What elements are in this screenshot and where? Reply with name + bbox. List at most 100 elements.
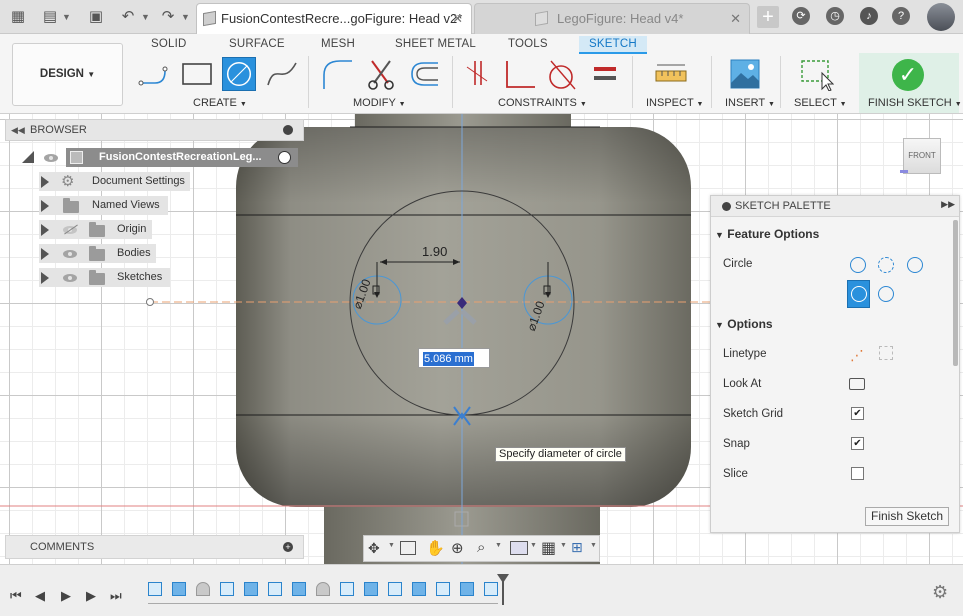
insert-menu[interactable]: INSERT ▼ bbox=[725, 97, 775, 109]
look-at-icon[interactable] bbox=[400, 541, 416, 555]
measure-icon[interactable] bbox=[654, 57, 688, 91]
browser-item-bodies[interactable]: Bodies bbox=[39, 244, 156, 263]
look-at-icon[interactable] bbox=[849, 378, 865, 390]
timeline-sketch-feature[interactable] bbox=[340, 582, 354, 596]
notifications-icon[interactable]: ♪ bbox=[860, 7, 878, 25]
timeline-fillet-feature[interactable] bbox=[316, 582, 330, 596]
spline-tool-icon[interactable] bbox=[265, 57, 299, 91]
timeline-sketch-feature[interactable] bbox=[220, 582, 234, 596]
minimize-icon[interactable] bbox=[283, 125, 293, 135]
new-tab-button[interactable]: + bbox=[757, 6, 779, 28]
timeline-sketch-feature[interactable] bbox=[148, 582, 162, 596]
timeline-extrude-feature[interactable] bbox=[172, 582, 186, 596]
expand-panel-icon[interactable]: ▶▶ bbox=[941, 199, 955, 210]
finish-sketch-check-icon[interactable]: ✓ bbox=[892, 59, 924, 91]
close-icon[interactable]: ✕ bbox=[452, 4, 463, 34]
viewcube[interactable]: FRONT bbox=[903, 138, 941, 174]
tangent-constraint-icon[interactable] bbox=[545, 57, 579, 91]
equal-constraint-icon[interactable] bbox=[588, 57, 622, 91]
circle-tool-icon[interactable] bbox=[222, 57, 256, 91]
slice-checkbox[interactable] bbox=[851, 467, 864, 480]
expand-triangle-icon[interactable] bbox=[41, 200, 49, 212]
file-icon[interactable]: ▤ bbox=[40, 7, 60, 27]
zoom-icon[interactable]: ⊕ bbox=[451, 539, 464, 557]
tab-mesh[interactable]: MESH bbox=[321, 36, 355, 54]
browser-item-named-views[interactable]: Named Views bbox=[39, 196, 168, 215]
expand-triangle-icon[interactable] bbox=[41, 248, 49, 260]
expanded-triangle-icon[interactable] bbox=[22, 151, 34, 163]
chevron-down-icon[interactable]: ▼ bbox=[141, 8, 150, 26]
add-comment-icon[interactable]: + bbox=[283, 542, 293, 552]
center-diameter-mode-button[interactable] bbox=[847, 280, 870, 308]
center-diameter-circle-icon[interactable] bbox=[850, 257, 866, 273]
trim-tool-icon[interactable] bbox=[364, 57, 398, 91]
timeline-marker-head[interactable] bbox=[497, 574, 509, 583]
tab-surface[interactable]: SURFACE bbox=[229, 36, 285, 54]
perpendicular-constraint-icon[interactable] bbox=[503, 57, 537, 91]
visibility-eye-icon[interactable] bbox=[63, 274, 77, 282]
tab-solid[interactable]: SOLID bbox=[151, 36, 187, 54]
grid-icon[interactable]: ▦ bbox=[541, 538, 556, 558]
activate-radio-icon[interactable] bbox=[278, 151, 291, 164]
viewports-icon[interactable]: ⊞ bbox=[571, 539, 583, 556]
workspace-switcher[interactable]: DESIGN ▼ bbox=[12, 43, 123, 106]
section-feature-options[interactable]: ▼ Feature Options bbox=[715, 227, 819, 241]
tab-sheet-metal[interactable]: SHEET METAL bbox=[395, 36, 476, 54]
app-grid-icon[interactable]: ▦ bbox=[8, 7, 28, 27]
display-settings-icon[interactable] bbox=[510, 541, 528, 555]
palette-scrollbar[interactable] bbox=[953, 220, 958, 366]
fillet-tool-icon[interactable] bbox=[320, 57, 354, 91]
help-icon[interactable]: ? bbox=[892, 7, 910, 25]
orbit-icon[interactable]: ✥ bbox=[368, 540, 380, 557]
tab-document-active[interactable]: FusionContestRecre...goFigure: Head v2* … bbox=[196, 3, 472, 34]
browser-item-sketches[interactable]: Sketches bbox=[39, 268, 170, 287]
finish-sketch-button[interactable]: Finish Sketch bbox=[865, 507, 949, 526]
diameter-input[interactable]: 5.086 mm bbox=[418, 348, 490, 368]
chevron-down-icon[interactable]: ▼ bbox=[495, 542, 502, 549]
browser-header[interactable]: ◀◀ BROWSER bbox=[5, 119, 304, 141]
create-menu[interactable]: CREATE ▼ bbox=[193, 97, 247, 109]
tab-sketch[interactable]: SKETCH bbox=[579, 36, 647, 54]
comments-panel[interactable]: COMMENTS + bbox=[5, 535, 304, 559]
timeline-extrude-feature[interactable] bbox=[244, 582, 258, 596]
coincident-constraint-icon[interactable] bbox=[461, 57, 495, 91]
go-to-end-icon[interactable]: ⏭ bbox=[110, 588, 122, 604]
timeline-extrude-feature[interactable] bbox=[364, 582, 378, 596]
collapse-panel-icon[interactable]: ◀◀ bbox=[11, 120, 25, 140]
timeline-sketch-feature[interactable] bbox=[268, 582, 282, 596]
constraints-menu[interactable]: CONSTRAINTS ▼ bbox=[498, 97, 587, 109]
chevron-down-icon[interactable]: ▼ bbox=[181, 8, 190, 26]
browser-item-origin[interactable]: Origin bbox=[39, 220, 152, 239]
chevron-down-icon[interactable]: ▼ bbox=[590, 542, 597, 549]
go-to-start-icon[interactable]: ⏮ bbox=[10, 588, 22, 604]
browser-item-document-settings[interactable]: ⚙ Document Settings bbox=[39, 172, 190, 191]
offset-tool-icon[interactable] bbox=[406, 57, 440, 91]
tab-tools[interactable]: TOOLS bbox=[508, 36, 548, 54]
timeline-extrude-feature[interactable] bbox=[292, 582, 306, 596]
chevron-down-icon[interactable]: ▼ bbox=[388, 542, 395, 549]
palette-header[interactable]: SKETCH PALETTE ▶▶ bbox=[711, 196, 959, 217]
select-window-icon[interactable] bbox=[800, 57, 834, 91]
timeline-sketch-feature[interactable] bbox=[484, 582, 498, 596]
timeline-extrude-feature[interactable] bbox=[460, 582, 474, 596]
visibility-eye-icon[interactable] bbox=[63, 250, 77, 258]
three-point-circle-icon[interactable] bbox=[907, 257, 923, 273]
insert-image-icon[interactable] bbox=[728, 57, 762, 91]
rectangle-tool-icon[interactable] bbox=[180, 57, 214, 91]
avatar[interactable] bbox=[927, 3, 955, 31]
timeline-sketch-feature[interactable] bbox=[388, 582, 402, 596]
sketch-grid-checkbox[interactable]: ✔ bbox=[851, 407, 864, 420]
pan-hand-icon[interactable]: ✋ bbox=[426, 539, 445, 557]
chevron-down-icon[interactable]: ▼ bbox=[62, 8, 71, 26]
gear-icon[interactable]: ⚙ bbox=[932, 582, 948, 603]
step-back-icon[interactable]: ◀ bbox=[35, 588, 45, 604]
step-forward-icon[interactable]: ▶ bbox=[86, 588, 96, 604]
timeline-sketch-feature[interactable] bbox=[436, 582, 450, 596]
line-tool-icon[interactable] bbox=[137, 57, 171, 91]
extensions-icon[interactable]: ⟳ bbox=[792, 7, 810, 25]
modify-menu[interactable]: MODIFY ▼ bbox=[353, 97, 406, 109]
redo-icon[interactable]: ↷ bbox=[158, 7, 178, 27]
job-status-icon[interactable]: ◷ bbox=[826, 7, 844, 25]
diameter-dimension-icon[interactable] bbox=[878, 286, 894, 302]
section-options[interactable]: ▼ Options bbox=[715, 317, 773, 331]
